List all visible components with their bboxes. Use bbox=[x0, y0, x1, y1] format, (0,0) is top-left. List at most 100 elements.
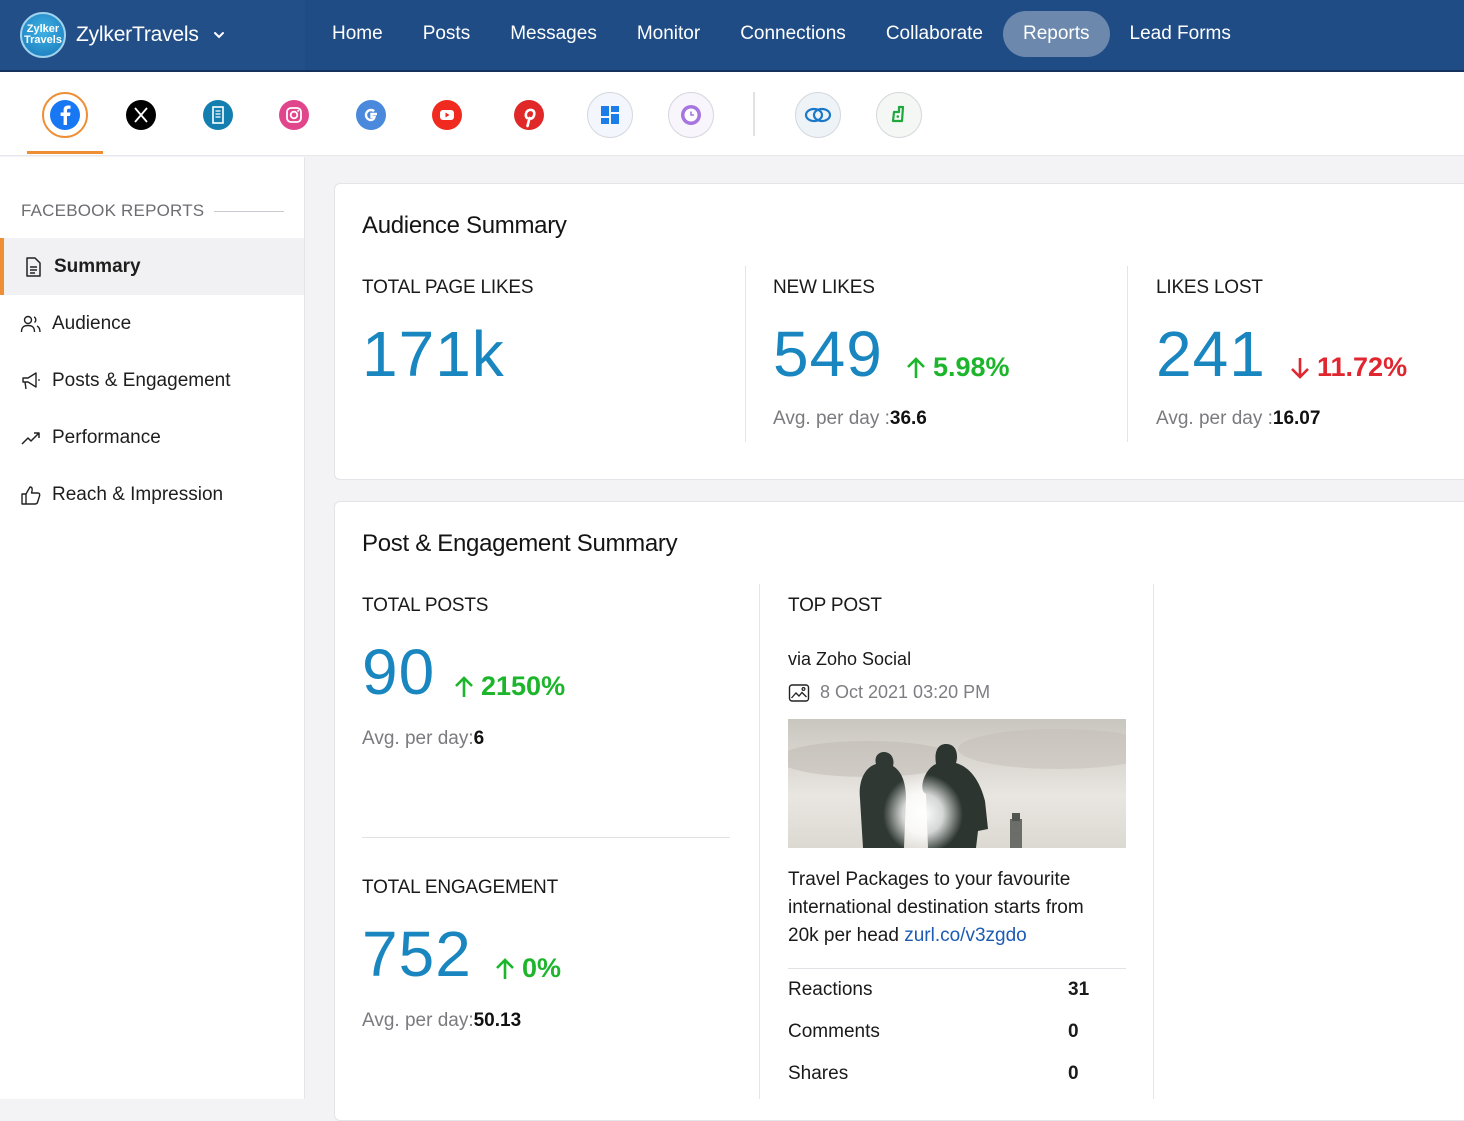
channel-youtube[interactable] bbox=[424, 92, 470, 138]
avg-label: Avg. per day : bbox=[1156, 408, 1273, 429]
clock-icon bbox=[681, 105, 701, 125]
brand-logo: Zylker Travels bbox=[20, 12, 66, 58]
main-nav: Home Posts Messages Monitor Connections … bbox=[312, 11, 1251, 57]
sidebar-item-label: Performance bbox=[52, 426, 161, 448]
avg-value: 50.13 bbox=[473, 1010, 522, 1031]
column-divider bbox=[1153, 584, 1154, 1099]
likes-lost-label: LIKES LOST bbox=[1156, 277, 1263, 298]
x-icon bbox=[126, 100, 156, 130]
sidebar-item-performance[interactable]: Performance bbox=[0, 409, 304, 466]
nav-posts[interactable]: Posts bbox=[403, 11, 491, 57]
sidebar-item-summary[interactable]: Summary bbox=[0, 238, 304, 295]
avg-label: Avg. per day: bbox=[362, 1010, 474, 1031]
nav-monitor[interactable]: Monitor bbox=[617, 11, 720, 57]
channel-dashboard[interactable] bbox=[587, 92, 633, 138]
megaphone-icon bbox=[22, 371, 40, 389]
brand-name: ZylkerTravels bbox=[76, 23, 199, 46]
total-engagement-label: TOTAL ENGAGEMENT bbox=[362, 877, 558, 898]
total-engagement-value: 752 bbox=[362, 918, 472, 990]
arrow-up-icon bbox=[496, 957, 514, 979]
sidebar-item-audience[interactable]: Audience bbox=[0, 295, 304, 352]
total-page-likes-value: 171k bbox=[362, 318, 505, 390]
facebook-icon bbox=[50, 100, 80, 130]
total-engagement-change: 0% bbox=[494, 953, 561, 984]
brand-switcher[interactable]: Zylker Travels ZylkerTravels bbox=[0, 0, 305, 70]
top-post-date-text: 8 Oct 2021 03:20 PM bbox=[820, 682, 991, 702]
sidebar-item-posts-engagement[interactable]: Posts & Engagement bbox=[0, 352, 304, 409]
arrow-up-icon bbox=[907, 356, 925, 378]
nav-lead-forms[interactable]: Lead Forms bbox=[1110, 11, 1251, 57]
new-likes-value: 549 bbox=[773, 318, 883, 390]
nav-home[interactable]: Home bbox=[312, 11, 403, 57]
total-posts-change: 2150% bbox=[453, 671, 565, 702]
zoho-crm-icon bbox=[804, 107, 832, 123]
users-icon bbox=[20, 315, 41, 332]
top-post-source: via Zoho Social bbox=[788, 649, 912, 669]
likes-lost-value: 241 bbox=[1156, 318, 1266, 390]
channel-zoho-desk[interactable] bbox=[876, 92, 922, 138]
channel-zoho-crm[interactable] bbox=[795, 92, 841, 138]
sidebar-item-label: Summary bbox=[54, 255, 141, 277]
top-post-date: 8 Oct 2021 03:20 PM bbox=[788, 682, 990, 703]
audience-summary-title: Audience Summary bbox=[362, 212, 567, 239]
metric-divider bbox=[745, 266, 746, 442]
channel-google[interactable] bbox=[348, 92, 394, 138]
stat-label: Comments bbox=[788, 1021, 880, 1042]
total-engagement-change-value: 0% bbox=[522, 953, 562, 983]
new-likes-label: NEW LIKES bbox=[773, 277, 875, 298]
reports-sidebar: FACEBOOK REPORTS Summary Audience Posts … bbox=[0, 157, 305, 1099]
youtube-icon bbox=[432, 100, 462, 130]
sidebar-header-divider bbox=[214, 211, 284, 212]
channel-x[interactable] bbox=[118, 92, 164, 138]
top-post-stat-comments: Comments 0 bbox=[788, 1021, 1098, 1043]
pinterest-icon bbox=[514, 100, 544, 130]
top-post-stat-reactions: Reactions 31 bbox=[788, 979, 1098, 1001]
likes-lost-change: 11.72% bbox=[1289, 352, 1407, 383]
nav-messages[interactable]: Messages bbox=[490, 11, 617, 57]
metric-separator bbox=[362, 837, 730, 838]
sidebar-header: FACEBOOK REPORTS bbox=[21, 201, 205, 220]
sidebar-item-reach-impression[interactable]: Reach & Impression bbox=[0, 466, 304, 523]
sidebar-item-label: Reach & Impression bbox=[52, 483, 224, 505]
grid-icon bbox=[601, 106, 619, 124]
channel-scheduler[interactable] bbox=[668, 92, 714, 138]
new-likes-change-value: 5.98% bbox=[933, 352, 1010, 382]
top-post-link[interactable]: zurl.co/v3zgdo bbox=[904, 925, 1027, 946]
zoho-desk-icon bbox=[891, 105, 905, 123]
sidebar-item-label: Audience bbox=[52, 312, 132, 334]
channel-selector bbox=[0, 72, 1464, 156]
likes-lost-avg: Avg. per day :16.07 bbox=[1156, 408, 1320, 430]
stat-label: Shares bbox=[788, 1063, 849, 1084]
total-engagement-avg: Avg. per day:50.13 bbox=[362, 1010, 521, 1032]
stat-value: 31 bbox=[1068, 979, 1090, 1000]
avg-value: 6 bbox=[473, 728, 485, 749]
channel-google-business[interactable] bbox=[195, 92, 241, 138]
metric-divider bbox=[1127, 266, 1128, 442]
chevron-down-icon[interactable] bbox=[213, 29, 225, 41]
trend-up-icon bbox=[21, 431, 40, 445]
stat-value: 0 bbox=[1068, 1021, 1079, 1042]
stat-label: Reactions bbox=[788, 979, 873, 1000]
top-post-stats-separator bbox=[788, 968, 1126, 969]
total-posts-change-value: 2150% bbox=[481, 671, 566, 701]
top-post-stat-shares: Shares 0 bbox=[788, 1063, 1098, 1085]
channel-facebook[interactable] bbox=[42, 92, 88, 138]
channel-pinterest[interactable] bbox=[506, 92, 552, 138]
post-engagement-summary-title: Post & Engagement Summary bbox=[362, 530, 678, 557]
sidebar-item-label: Posts & Engagement bbox=[52, 369, 231, 391]
image-post-icon bbox=[788, 683, 810, 702]
channel-instagram[interactable] bbox=[271, 92, 317, 138]
top-post-image[interactable] bbox=[788, 719, 1126, 848]
column-divider bbox=[759, 584, 760, 1099]
likes-lost-change-value: 11.72% bbox=[1317, 352, 1408, 382]
couple-silhouette-image bbox=[788, 719, 1126, 848]
nav-collaborate[interactable]: Collaborate bbox=[866, 11, 1003, 57]
nav-reports[interactable]: Reports bbox=[1002, 11, 1110, 57]
nav-connections[interactable]: Connections bbox=[720, 11, 866, 57]
total-posts-label: TOTAL POSTS bbox=[362, 595, 489, 616]
logo-text-line2: Travels bbox=[24, 34, 62, 46]
avg-label: Avg. per day: bbox=[362, 728, 474, 749]
top-post-label: TOP POST bbox=[788, 595, 882, 616]
document-icon bbox=[26, 256, 41, 277]
avg-label: Avg. per day : bbox=[773, 408, 890, 429]
